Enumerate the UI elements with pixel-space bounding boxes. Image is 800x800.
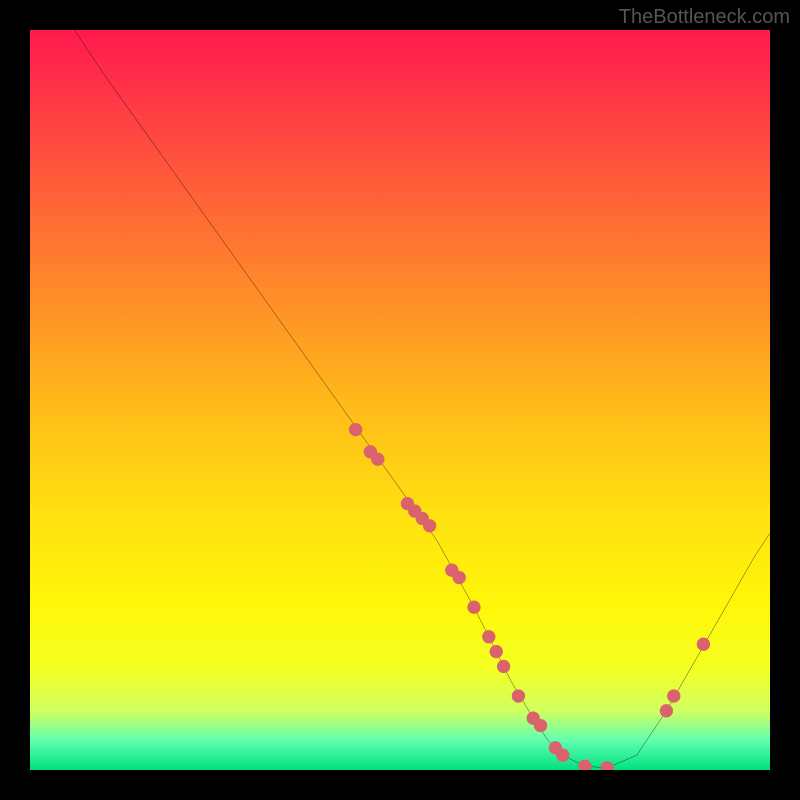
highlight-dot — [512, 689, 525, 702]
highlight-dot — [697, 638, 710, 651]
highlight-dot — [423, 519, 436, 532]
plot-area — [30, 30, 770, 770]
bottleneck-curve — [74, 30, 770, 768]
watermark-text: TheBottleneck.com — [619, 6, 790, 29]
highlight-dot — [467, 601, 480, 614]
highlight-dot — [534, 719, 547, 732]
highlight-dot — [660, 704, 673, 717]
highlight-dot — [490, 645, 503, 658]
highlight-dot — [482, 630, 495, 643]
highlight-dot — [556, 749, 569, 762]
highlight-dot — [578, 760, 591, 770]
highlight-dot — [371, 453, 384, 466]
highlight-dot — [667, 689, 680, 702]
highlight-dots — [349, 423, 710, 770]
highlight-dot — [497, 660, 510, 673]
highlight-dot — [601, 761, 614, 770]
highlight-dot — [349, 423, 362, 436]
highlight-dot — [453, 571, 466, 584]
chart-svg — [30, 30, 770, 770]
